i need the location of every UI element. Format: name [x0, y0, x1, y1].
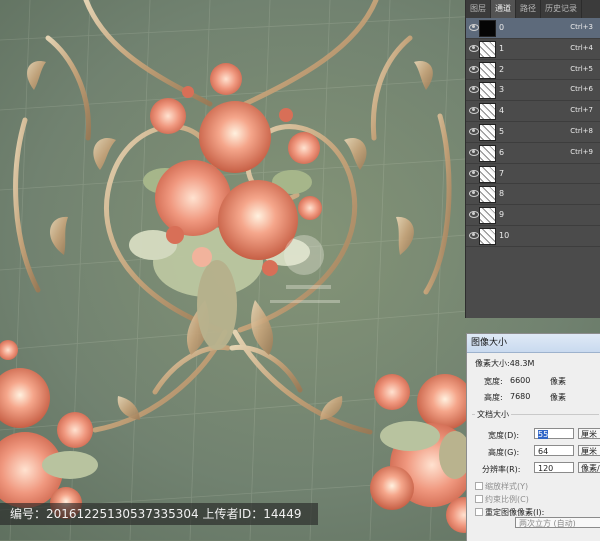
pixel-width-value: 6600 — [510, 376, 531, 385]
resolution-unit-select[interactable]: 像素/厘米 — [578, 462, 600, 473]
channel-row[interactable]: 8 — [466, 184, 600, 206]
document-height-value: 64 — [538, 447, 549, 456]
channel-thumbnail — [479, 61, 496, 79]
channel-thumbnail — [479, 165, 496, 183]
channel-row[interactable]: 3 Ctrl+6 — [466, 80, 600, 102]
channel-shortcut: Ctrl+9 — [570, 147, 593, 156]
resolution-input[interactable]: 120 — [534, 462, 574, 473]
eye-icon[interactable] — [469, 24, 479, 31]
resolution-label: 分辨率(R): — [482, 465, 521, 474]
eye-icon[interactable] — [469, 65, 479, 73]
channel-name: 4 — [499, 106, 505, 116]
eye-icon[interactable] — [469, 231, 479, 239]
channel-shortcut: Ctrl+5 — [570, 64, 593, 73]
pixel-height-label: 高度: — [484, 393, 503, 402]
eye-icon[interactable] — [469, 148, 479, 156]
channel-list: 0 Ctrl+3 1 Ctrl+4 2 Ctrl+5 3 Ctrl+6 4 Ctrl+7 … — [466, 18, 600, 247]
eye-icon[interactable] — [469, 86, 479, 94]
channel-name: 10 — [499, 230, 510, 240]
channel-row[interactable]: 4 Ctrl+7 — [466, 101, 600, 122]
document-width-input[interactable]: 55 — [534, 428, 574, 439]
channel-shortcut: Ctrl+8 — [570, 126, 593, 135]
checkbox-icon — [475, 482, 483, 490]
panel-tabs: 图层 通道 路径 历史记录 — [466, 0, 600, 19]
channel-row[interactable]: 2 Ctrl+5 — [466, 60, 600, 81]
eye-icon[interactable] — [469, 107, 479, 115]
checked-checkbox-icon — [475, 495, 483, 503]
checked-checkbox-icon — [475, 508, 483, 516]
channel-name: 2 — [499, 64, 505, 74]
document-height-input[interactable]: 64 — [534, 445, 574, 456]
channel-thumbnail — [479, 82, 496, 100]
channel-name: 9 — [499, 210, 505, 220]
constrain-proportions-checkbox[interactable]: 约束比例(C) — [475, 494, 529, 505]
scale-styles-label: 缩放样式(Y) — [485, 482, 529, 491]
channels-panel: 图层 通道 路径 历史记录 0 Ctrl+3 1 Ctrl+4 2 Ctrl+5 3 C… — [465, 0, 600, 318]
channel-row[interactable]: 10 — [466, 226, 600, 247]
channel-thumbnail — [479, 20, 496, 37]
channel-shortcut: Ctrl+3 — [570, 23, 593, 31]
channel-thumbnail — [479, 207, 496, 225]
document-width-unit-select[interactable]: 厘米 — [578, 428, 600, 439]
pixel-height-value: 7680 — [510, 392, 531, 401]
resolution-value: 120 — [538, 464, 554, 473]
tab-paths[interactable]: 路径 — [516, 0, 541, 18]
dialog-title: 图像大小 — [467, 334, 600, 353]
eye-icon[interactable] — [469, 211, 479, 219]
channel-row[interactable]: 6 Ctrl+9 — [466, 143, 600, 164]
channel-thumbnail — [479, 144, 496, 162]
channel-name: 7 — [499, 168, 505, 178]
eye-icon[interactable] — [469, 190, 479, 198]
document-width-label: 宽度(D): — [488, 431, 520, 440]
channel-row[interactable]: 1 Ctrl+4 — [466, 39, 600, 60]
channel-shortcut: Ctrl+4 — [570, 43, 593, 52]
eye-icon[interactable] — [469, 127, 479, 135]
resample-label: 重定图像像素(I): — [485, 508, 545, 517]
pixel-width-label: 宽度: — [484, 377, 503, 386]
channel-thumbnail — [479, 186, 496, 204]
channel-row[interactable]: 9 — [466, 205, 600, 226]
channel-name: 3 — [499, 85, 505, 95]
channel-row[interactable]: 7 — [466, 164, 600, 185]
watermark-text: 编号：20161225130537335304 上传者ID：14449 — [10, 507, 302, 521]
channel-thumbnail — [479, 103, 496, 121]
scale-styles-checkbox[interactable]: 缩放样式(Y) — [475, 481, 528, 492]
channel-name: 5 — [499, 126, 505, 136]
document-height-label: 高度(G): — [488, 448, 520, 457]
eye-icon[interactable] — [469, 44, 479, 52]
channel-name: 1 — [499, 43, 505, 53]
channel-thumbnail — [479, 227, 496, 245]
channel-row[interactable]: 5 Ctrl+8 — [466, 122, 600, 143]
channel-thumbnail — [479, 123, 496, 141]
image-size-dialog: 图像大小 像素大小:48.3M 宽度: 6600 像素 高度: 7680 像素 … — [466, 333, 600, 541]
pixel-width-unit: 像素 — [550, 377, 566, 386]
channel-name: 6 — [499, 147, 505, 157]
channel-shortcut: Ctrl+7 — [570, 106, 593, 115]
channel-row[interactable]: 0 Ctrl+3 — [466, 18, 600, 39]
constrain-proportions-label: 约束比例(C) — [485, 495, 529, 504]
pixel-size-label: 像素大小:48.3M — [475, 359, 535, 368]
eye-icon[interactable] — [469, 169, 479, 177]
tab-history[interactable]: 历史记录 — [541, 0, 582, 18]
document-width-value: 55 — [538, 430, 549, 439]
channel-name: 0 — [499, 23, 505, 32]
document-size-title: 文档大小 — [475, 409, 511, 420]
channel-name: 8 — [499, 189, 505, 199]
resample-method-select[interactable]: 两次立方 (自动) — [515, 517, 600, 528]
document-height-unit-select[interactable]: 厘米 — [578, 445, 600, 456]
tab-layers[interactable]: 图层 — [466, 0, 491, 18]
channel-thumbnail — [479, 40, 496, 58]
channel-shortcut: Ctrl+6 — [570, 85, 593, 94]
tab-channels[interactable]: 通道 — [491, 0, 516, 18]
watermark-bar: 编号：20161225130537335304 上传者ID：14449 — [0, 503, 318, 525]
pixel-height-unit: 像素 — [550, 393, 566, 402]
